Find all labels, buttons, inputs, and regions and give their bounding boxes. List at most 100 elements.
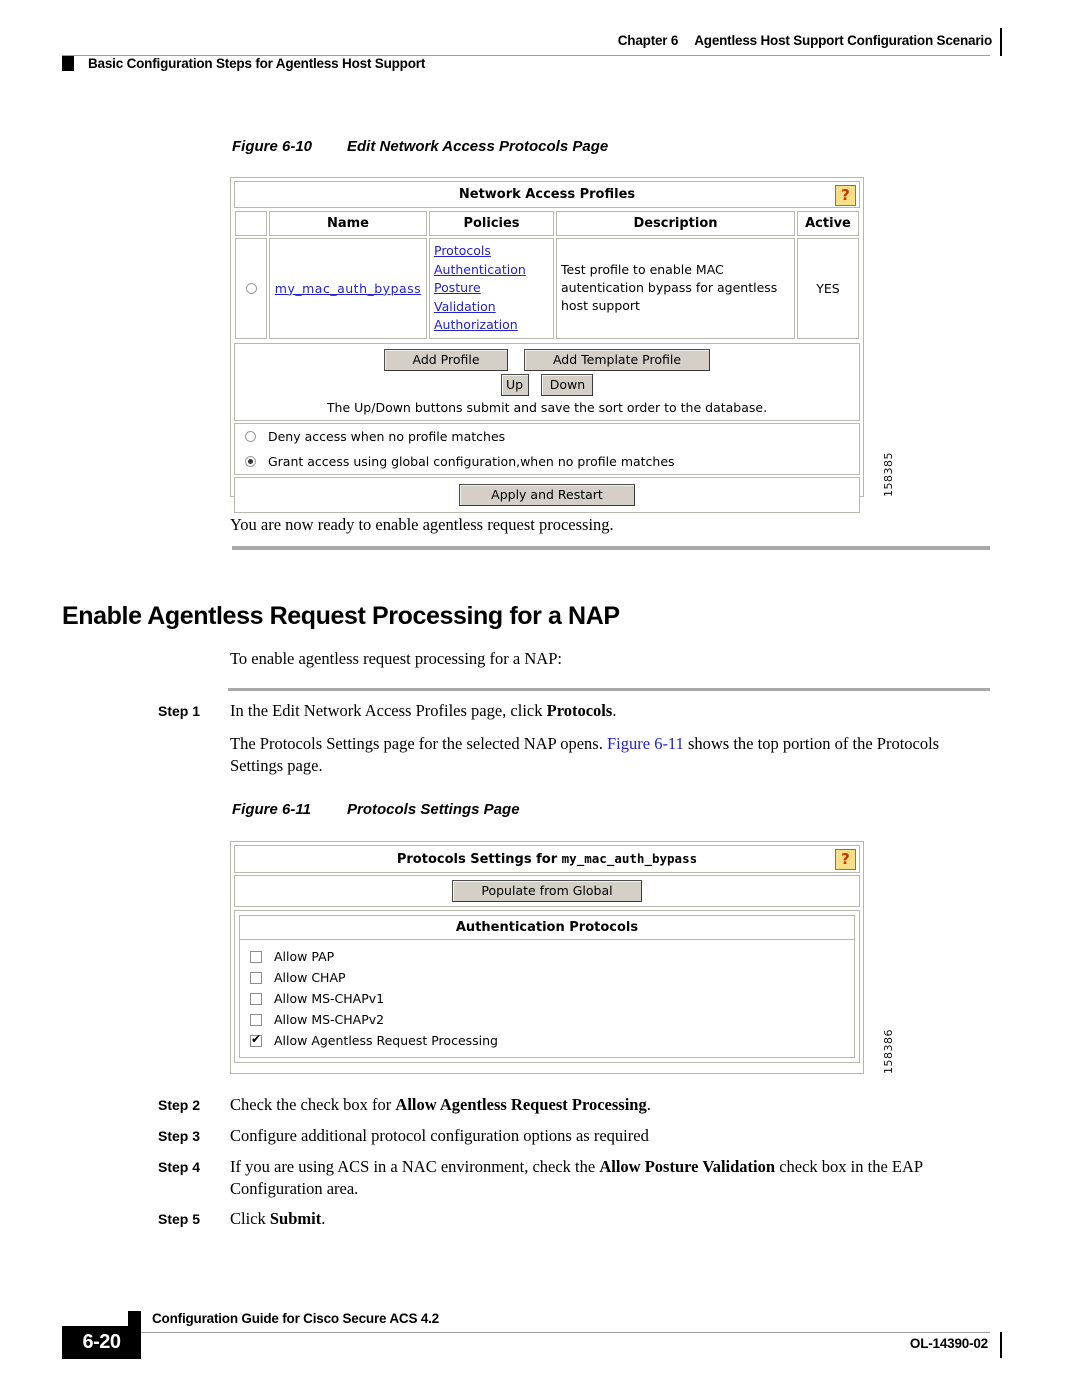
allow-chap-checkbox[interactable] [250, 972, 262, 984]
step-5-pre: Click [230, 1209, 270, 1228]
add-profile-button[interactable]: Add Profile [384, 348, 509, 371]
step-5-body: Click Submit. [230, 1208, 992, 1230]
policy-link-posture[interactable]: Posture [434, 279, 549, 298]
policy-link-authentication[interactable]: Authentication [434, 261, 549, 280]
help-icon[interactable]: ? [835, 185, 856, 206]
allow-ms-chapv1-checkbox[interactable] [250, 993, 262, 1005]
sort-order-buttons-row: Up Down [235, 371, 859, 396]
deny-access-radio[interactable] [245, 430, 256, 442]
protocols-settings-title-prefix: Protocols Settings for [396, 852, 562, 867]
step-2-body: Check the check box for Allow Agentless … [230, 1094, 992, 1116]
column-header-description: Description [556, 211, 795, 236]
paragraph-ready: You are now ready to enable agentless re… [230, 515, 614, 534]
profile-active-cell: YES [797, 238, 859, 339]
figure-6-11-caption: Figure 6-11 Protocols Settings Page [232, 801, 520, 818]
checkbox-row-allow-ms-chapv1[interactable]: Allow MS-CHAPv1 [250, 988, 854, 1009]
figure-6-11-number: Figure 6-11 [232, 801, 311, 818]
step-4-body: If you are using ACS in a NAC environmen… [230, 1156, 992, 1200]
step-1-line1-post: . [612, 701, 617, 720]
step-5-label: Step 5 [158, 1211, 201, 1227]
step-1-line2-pre: The Protocols Settings page for the sele… [230, 734, 607, 753]
allow-chap-label: Allow CHAP [273, 970, 346, 985]
header-rule-tick [1000, 28, 1002, 56]
column-header-active: Active [797, 211, 859, 236]
profile-actions-panel: Add Profile Add Template Profile Up Down… [234, 342, 860, 421]
header-chapter-title: Agentless Host Support Configuration Sce… [694, 33, 992, 48]
allow-agentless-request-processing-label: Allow Agentless Request Processing [273, 1033, 498, 1048]
apply-and-restart-button[interactable]: Apply and Restart [459, 483, 635, 506]
authentication-protocols-list: Allow PAP Allow CHAP Allow MS-CHAPv1 All… [239, 940, 855, 1058]
step-3-pre: Configure additional protocol configurat… [230, 1126, 649, 1145]
grant-access-radio[interactable] [245, 455, 256, 467]
move-up-button[interactable]: Up [500, 373, 529, 396]
policy-link-validation[interactable]: Validation [434, 298, 549, 317]
figure-6-11-title: Protocols Settings Page [347, 801, 520, 818]
profile-radio[interactable] [245, 282, 257, 294]
apply-panel: Apply and Restart [234, 476, 860, 513]
move-down-button[interactable]: Down [541, 373, 594, 396]
protocols-settings-title-profile: my_mac_auth_bypass [561, 851, 698, 866]
page-title: Enable Agentless Request Processing for … [62, 602, 620, 630]
network-access-profiles-panel-title: Network Access Profiles ? [234, 181, 860, 208]
populate-from-global-button[interactable]: Populate from Global [452, 880, 642, 902]
edit-network-access-protocols-screenshot: Network Access Profiles ? Name Policies … [230, 177, 864, 513]
allow-ms-chapv2-label: Allow MS-CHAPv2 [273, 1012, 385, 1027]
header-section-title: Basic Configuration Steps for Agentless … [88, 56, 426, 71]
step-4-label: Step 4 [158, 1159, 201, 1175]
table-header-row: Name Policies Description Active [235, 211, 859, 236]
checkbox-row-allow-ms-chapv2[interactable]: Allow MS-CHAPv2 [250, 1009, 854, 1030]
step-5-post: . [321, 1209, 326, 1228]
paragraph-intro: To enable agentless request processing f… [230, 649, 562, 668]
step-3-label: Step 3 [158, 1128, 201, 1144]
figure-6-10-id: 158385 [882, 452, 895, 497]
step-1-line1-bold: Protocols [546, 701, 613, 720]
figure-6-11-crossref-link[interactable]: Figure 6-11 [607, 734, 684, 753]
apply-row: Apply and Restart [235, 478, 859, 512]
profile-action-buttons-row: Add Profile Add Template Profile [235, 344, 859, 371]
figure-6-10-caption: Figure 6-10 Edit Network Access Protocols… [232, 138, 608, 155]
allow-ms-chapv1-label: Allow MS-CHAPv1 [273, 991, 385, 1006]
allow-ms-chapv2-checkbox[interactable] [250, 1014, 262, 1026]
allow-agentless-request-processing-checkbox[interactable] [250, 1032, 262, 1047]
deny-access-label: Deny access when no profile matches [267, 428, 506, 444]
checkbox-row-allow-agentless-request-processing[interactable]: Allow Agentless Request Processing [250, 1030, 854, 1051]
help-icon[interactable]: ? [835, 849, 856, 870]
populate-panel: Populate from Global [234, 875, 860, 907]
figure-6-11-id: 158386 [882, 1029, 895, 1074]
populate-row: Populate from Global [235, 876, 859, 906]
figure-6-10-number: Figure 6-10 [232, 138, 313, 155]
profile-select-cell[interactable] [235, 238, 267, 339]
step-1-label: Step 1 [158, 703, 201, 719]
checkbox-row-allow-chap[interactable]: Allow CHAP [250, 967, 854, 988]
header-bullet-square-icon [62, 56, 74, 71]
add-template-profile-button[interactable]: Add Template Profile [523, 348, 710, 371]
option-grant-access[interactable]: Grant access using global configuration,… [235, 449, 859, 474]
step-2-post: . [646, 1095, 651, 1114]
option-deny-access[interactable]: Deny access when no profile matches [235, 424, 859, 449]
column-header-name: Name [269, 211, 427, 236]
policy-link-authorization[interactable]: Authorization [434, 316, 549, 335]
panel-title-text: Network Access Profiles [458, 187, 636, 202]
checkbox-row-allow-pap[interactable]: Allow PAP [250, 946, 854, 967]
authentication-protocols-panel: Authentication Protocols Allow PAP Allow… [234, 910, 860, 1063]
step-4-bold: Allow Posture Validation [599, 1157, 776, 1176]
grant-access-label: Grant access using global configuration,… [267, 453, 675, 469]
footer-rule [62, 1332, 990, 1333]
step-4-pre: If you are using ACS in a NAC environmen… [230, 1157, 600, 1176]
step-5-bold: Submit [269, 1209, 322, 1228]
default-access-options-panel: Deny access when no profile matches Gran… [234, 422, 860, 475]
authentication-protocols-heading: Authentication Protocols [239, 915, 855, 940]
profile-name-link[interactable]: my_mac_auth_bypass [275, 281, 421, 296]
footer-document-title: Configuration Guide for Cisco Secure ACS… [152, 1311, 439, 1326]
step-2-bold: Allow Agentless Request Processing [395, 1095, 647, 1114]
steps-divider-rule [228, 688, 990, 691]
table-row: my_mac_auth_bypass Protocols Authenticat… [235, 238, 859, 339]
allow-pap-checkbox[interactable] [250, 951, 262, 963]
profile-description-cell: Test profile to enable MAC autentication… [556, 238, 795, 339]
column-header-select [235, 211, 267, 236]
policy-link-protocols[interactable]: Protocols [434, 242, 549, 261]
step-3-body: Configure additional protocol configurat… [230, 1125, 992, 1147]
header-chapter-number: Chapter 6 [617, 33, 679, 48]
profile-policies-cell: Protocols Authentication Posture Validat… [429, 238, 554, 339]
section-divider-rule [232, 546, 990, 550]
